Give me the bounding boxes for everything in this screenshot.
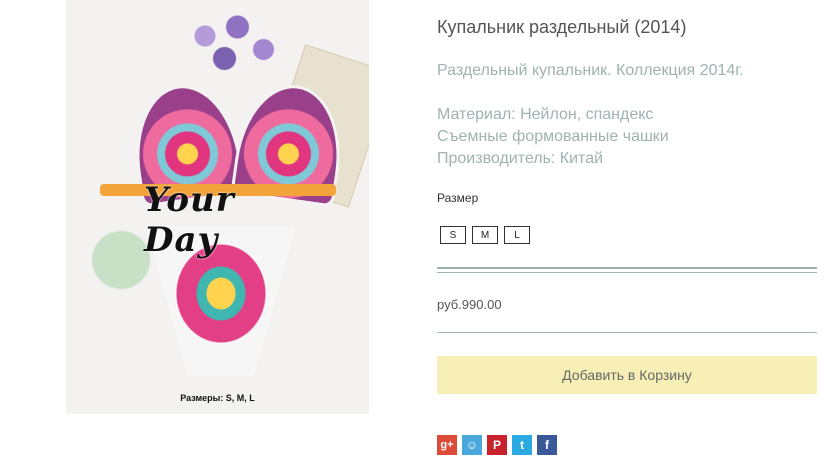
size-option-s[interactable]: S [440,226,466,244]
product-specs: Материал: Нейлон, спандекс Съемные формо… [437,104,669,170]
google-plus-icon[interactable]: g+ [437,435,457,455]
brand-logo-text: Your Day [144,180,235,260]
size-label: Размер [437,191,479,205]
facebook-icon[interactable]: f [537,435,557,455]
size-option-l[interactable]: L [504,226,530,244]
divider [437,332,817,333]
product-image[interactable]: Your Day Размеры: S, M, L [66,0,369,414]
share-bar: g+ ☺ P t f [437,435,557,455]
pinterest-icon[interactable]: P [487,435,507,455]
odnoklassniki-icon[interactable]: ☺ [462,435,482,455]
size-option-m[interactable]: M [472,226,498,244]
divider-double [437,267,817,273]
product-short-description: Раздельный купальник. Коллекция 2014г. [437,62,744,79]
size-options: S M L [440,226,530,244]
twitter-icon[interactable]: t [512,435,532,455]
product-price: руб.990.00 [437,297,502,312]
image-caption: Размеры: S, M, L [180,393,255,403]
spec-manufacturer: Производитель: Китай [437,150,604,167]
add-to-cart-button[interactable]: Добавить в Корзину [437,356,817,394]
spec-cups: Съемные формованные чашки [437,128,669,145]
spec-material: Материал: Нейлон, спандекс [437,106,654,123]
lavender-decoration [166,0,296,90]
product-title: Купальник раздельный (2014) [437,17,687,37]
